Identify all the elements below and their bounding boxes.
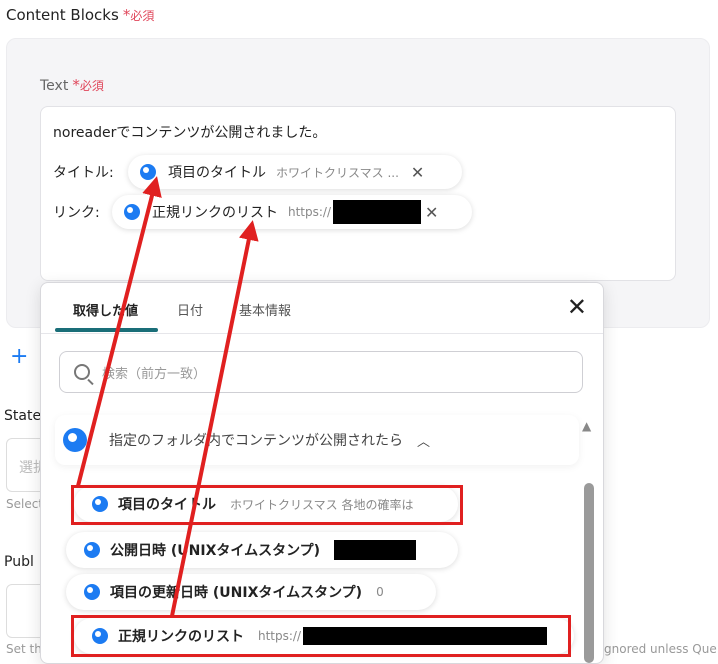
arrow-to-title-chip — [76, 176, 162, 487]
arrow-to-link-chip — [170, 220, 259, 617]
annotation-arrows — [76, 176, 259, 617]
